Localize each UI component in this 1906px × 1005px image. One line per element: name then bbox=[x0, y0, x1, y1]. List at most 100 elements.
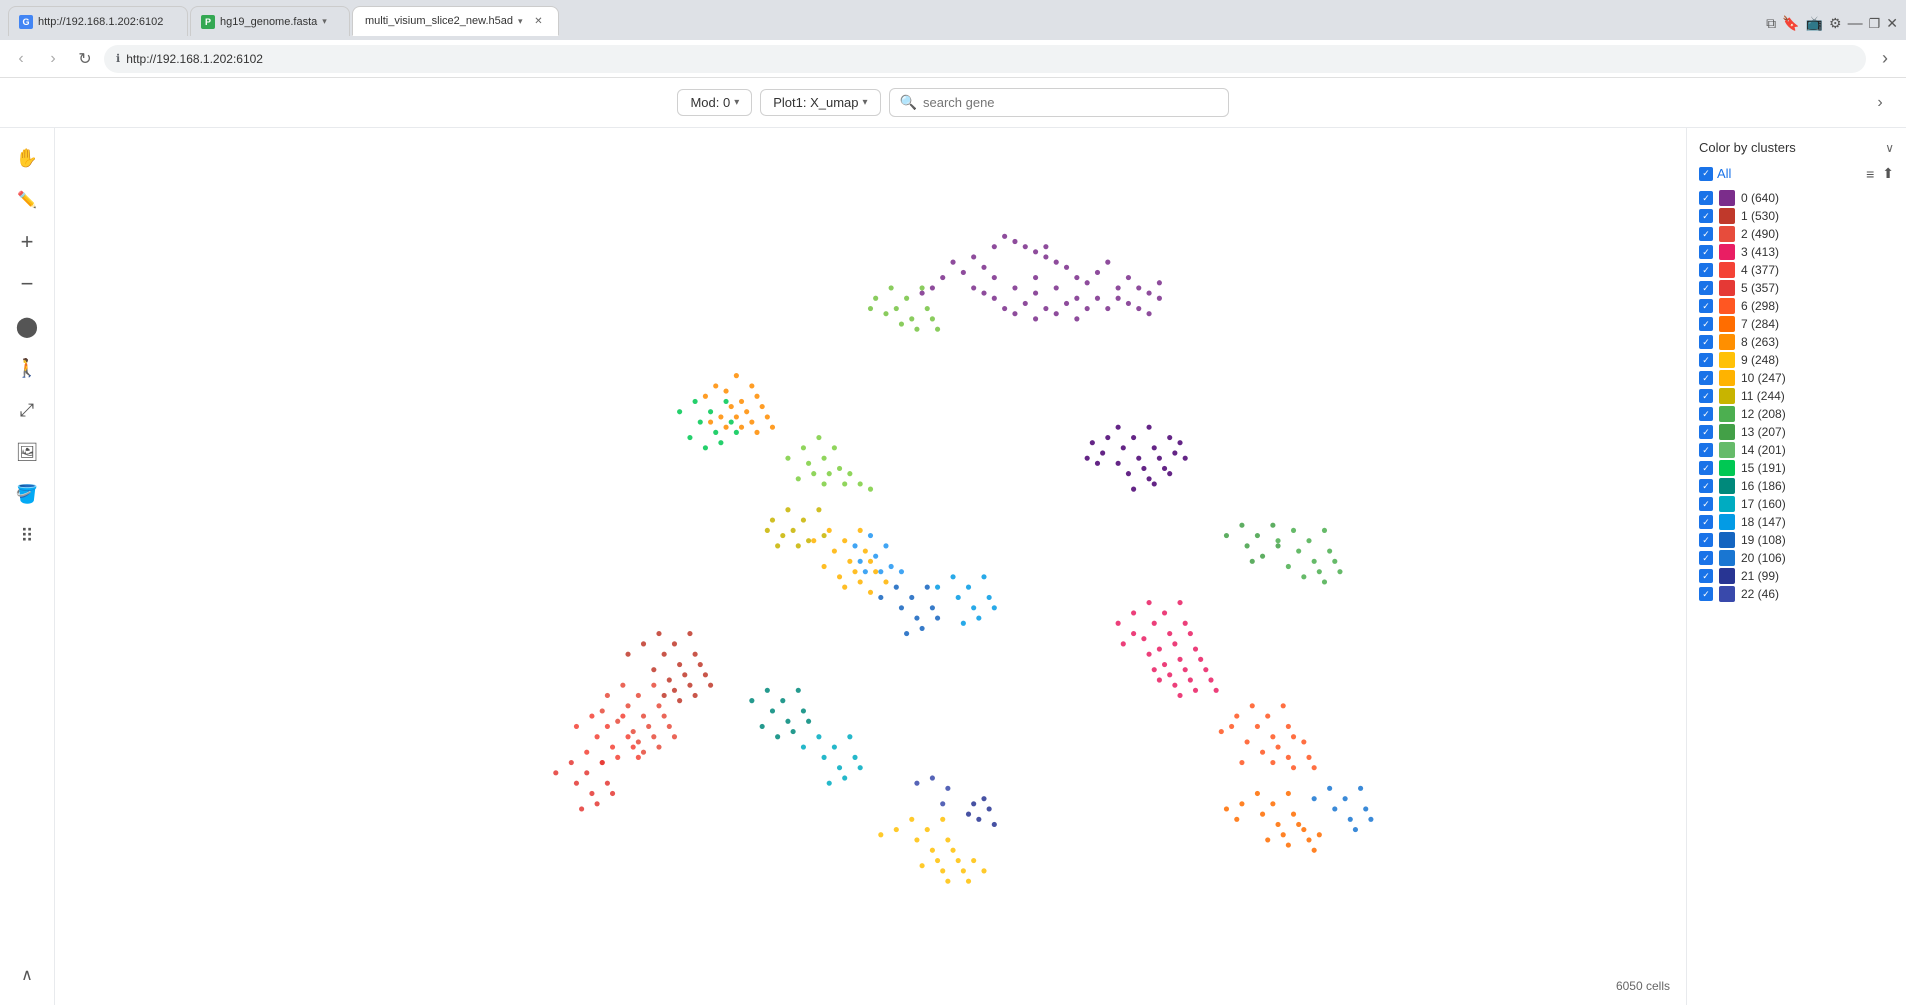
browser-chrome: G http://192.168.1.202:6102 P hg19_genom… bbox=[0, 0, 1906, 40]
add-tool-btn[interactable]: + bbox=[7, 222, 47, 262]
cluster-8-label: 8 (263) bbox=[1741, 335, 1779, 349]
tab2-dropdown-icon: ▾ bbox=[322, 16, 327, 27]
cluster-21-color bbox=[1719, 568, 1735, 584]
window-maximize-btn[interactable]: ❐ bbox=[1869, 16, 1881, 32]
cluster-0-checkbox[interactable]: ✓ bbox=[1699, 191, 1713, 205]
cluster-21-checkbox[interactable]: ✓ bbox=[1699, 569, 1713, 583]
zoom-fit-btn[interactable]: ⤢ bbox=[7, 390, 47, 430]
cluster-11-checkbox[interactable]: ✓ bbox=[1699, 389, 1713, 403]
cluster-6-label: 6 (298) bbox=[1741, 299, 1779, 313]
cluster-14-checkbox[interactable]: ✓ bbox=[1699, 443, 1713, 457]
cluster-4-color bbox=[1719, 262, 1735, 278]
tab1-label: http://192.168.1.202:6102 bbox=[38, 16, 163, 28]
image-tool-btn[interactable]: 🖼 bbox=[7, 432, 47, 472]
hand-tool-btn[interactable]: ✋ bbox=[7, 138, 47, 178]
cluster-row-15: ✓ 15 (191) bbox=[1699, 460, 1894, 476]
gene-search-input[interactable] bbox=[923, 95, 1218, 110]
cluster-4-checkbox[interactable]: ✓ bbox=[1699, 263, 1713, 277]
dots-tool-btn[interactable]: ⠿ bbox=[7, 516, 47, 556]
cluster-19-label: 19 (108) bbox=[1741, 533, 1786, 547]
cluster-row-6: ✓ 6 (298) bbox=[1699, 298, 1894, 314]
mod-dropdown[interactable]: Mod: 0 ▾ bbox=[677, 89, 752, 116]
cluster-row-19: ✓ 19 (108) bbox=[1699, 532, 1894, 548]
cluster-row-16: ✓16 (186) bbox=[1699, 478, 1894, 494]
search-icon: 🔍 bbox=[900, 94, 917, 111]
cluster-1-color bbox=[1719, 208, 1735, 224]
window-restore-btn[interactable]: ⧉ bbox=[1766, 15, 1776, 32]
gene-search-bar[interactable]: 🔍 bbox=[889, 88, 1229, 117]
plot-dropdown[interactable]: Plot1: X_umap ▾ bbox=[760, 89, 880, 116]
toolbar-right-btn[interactable]: › bbox=[1866, 89, 1894, 117]
brush-tool-btn[interactable]: ⬤ bbox=[7, 306, 47, 346]
cluster-15-checkbox[interactable]: ✓ bbox=[1699, 461, 1713, 475]
nav-back-btn[interactable]: ‹ bbox=[8, 46, 34, 72]
cluster-15-label: 15 (191) bbox=[1741, 461, 1786, 475]
cluster-16-color bbox=[1719, 478, 1735, 494]
paint-bucket-btn[interactable]: 🪣 bbox=[7, 474, 47, 514]
window-cast-btn[interactable]: 📺 bbox=[1806, 15, 1823, 32]
cluster-1-checkbox[interactable]: ✓ bbox=[1699, 209, 1713, 223]
cluster-3-checkbox[interactable]: ✓ bbox=[1699, 245, 1713, 259]
edit-tool-btn[interactable]: ✏️ bbox=[7, 180, 47, 220]
cluster-19-checkbox[interactable]: ✓ bbox=[1699, 533, 1713, 547]
tab2-label: hg19_genome.fasta bbox=[220, 16, 317, 28]
cluster-2-label: 2 (490) bbox=[1741, 227, 1779, 241]
cluster-14-color bbox=[1719, 442, 1735, 458]
window-settings-btn[interactable]: ⚙ bbox=[1829, 15, 1842, 32]
all-checkbox-container[interactable]: ✓ All bbox=[1699, 166, 1731, 181]
nav-refresh-btn[interactable]: ↻ bbox=[72, 46, 98, 72]
browser-tab-1[interactable]: G http://192.168.1.202:6102 bbox=[8, 6, 188, 36]
move-tool-btn[interactable]: 🚶 bbox=[7, 348, 47, 388]
cluster-12-color bbox=[1719, 406, 1735, 422]
list-view-icon[interactable]: ≡ bbox=[1866, 166, 1874, 182]
browser-tab-3[interactable]: multi_visium_slice2_new.h5ad ▾ ✕ bbox=[352, 6, 559, 36]
left-sidebar: ✋ ✏️ + − ⬤ 🚶 ⤢ 🖼 🪣 ⠿ ∧ bbox=[0, 128, 55, 1005]
cluster-18-checkbox[interactable]: ✓ bbox=[1699, 515, 1713, 529]
address-bar[interactable]: ℹ http://192.168.1.202:6102 bbox=[104, 45, 1866, 73]
cluster-7-color bbox=[1719, 316, 1735, 332]
cluster-10-checkbox[interactable]: ✓ bbox=[1699, 371, 1713, 385]
mod-chevron-icon: ▾ bbox=[734, 97, 739, 108]
nav-more-btn[interactable]: › bbox=[1872, 46, 1898, 72]
cluster-row-5: ✓5 (357) bbox=[1699, 280, 1894, 296]
panel-header[interactable]: Color by clusters ∨ bbox=[1699, 140, 1894, 155]
browser-tab-2[interactable]: P hg19_genome.fasta ▾ bbox=[190, 6, 350, 36]
cluster-15-color bbox=[1719, 460, 1735, 476]
cluster-row-1: ✓1 (530) bbox=[1699, 208, 1894, 224]
cluster-2-color bbox=[1719, 226, 1735, 242]
window-minimize-btn[interactable]: — bbox=[1848, 15, 1863, 32]
cluster-8-color bbox=[1719, 334, 1735, 350]
cluster-6-checkbox[interactable]: ✓ bbox=[1699, 299, 1713, 313]
cluster-16-checkbox[interactable]: ✓ bbox=[1699, 479, 1713, 493]
cluster-13-checkbox[interactable]: ✓ bbox=[1699, 425, 1713, 439]
window-bookmark-btn[interactable]: 🔖 bbox=[1782, 15, 1799, 32]
window-close-btn[interactable]: ✕ bbox=[1886, 15, 1898, 32]
cluster-12-label: 12 (208) bbox=[1741, 407, 1786, 421]
cluster-20-checkbox[interactable]: ✓ bbox=[1699, 551, 1713, 565]
cluster-row-22: ✓22 (46) bbox=[1699, 586, 1894, 602]
app-container: Mod: 0 ▾ Plot1: X_umap ▾ 🔍 › ✋ ✏️ + − ⬤ … bbox=[0, 78, 1906, 1005]
panel-title: Color by clusters bbox=[1699, 140, 1796, 155]
umap-scatter-plot bbox=[55, 128, 1686, 1005]
cluster-17-color bbox=[1719, 496, 1735, 512]
cluster-row-14: ✓14 (201) bbox=[1699, 442, 1894, 458]
cluster-7-label: 7 (284) bbox=[1741, 317, 1779, 331]
subtract-tool-btn[interactable]: − bbox=[7, 264, 47, 304]
cluster-row-10: ✓10 (247) bbox=[1699, 370, 1894, 386]
cluster-22-color bbox=[1719, 586, 1735, 602]
cluster-2-checkbox[interactable]: ✓ bbox=[1699, 227, 1713, 241]
cluster-9-checkbox[interactable]: ✓ bbox=[1699, 353, 1713, 367]
cluster-21-label: 21 (99) bbox=[1741, 569, 1779, 583]
tab3-close-btn[interactable]: ✕ bbox=[532, 14, 546, 28]
nav-forward-btn[interactable]: › bbox=[40, 46, 66, 72]
cluster-12-checkbox[interactable]: ✓ bbox=[1699, 407, 1713, 421]
cluster-22-checkbox[interactable]: ✓ bbox=[1699, 587, 1713, 601]
cluster-controls-row: ✓ All ≡ ⬆ bbox=[1699, 165, 1894, 182]
cluster-13-label: 13 (207) bbox=[1741, 425, 1786, 439]
collapse-sidebar-btn[interactable]: ∧ bbox=[7, 955, 47, 995]
cluster-7-checkbox[interactable]: ✓ bbox=[1699, 317, 1713, 331]
sort-icon[interactable]: ⬆ bbox=[1882, 165, 1894, 182]
cluster-8-checkbox[interactable]: ✓ bbox=[1699, 335, 1713, 349]
cluster-5-checkbox[interactable]: ✓ bbox=[1699, 281, 1713, 295]
cluster-17-checkbox[interactable]: ✓ bbox=[1699, 497, 1713, 511]
